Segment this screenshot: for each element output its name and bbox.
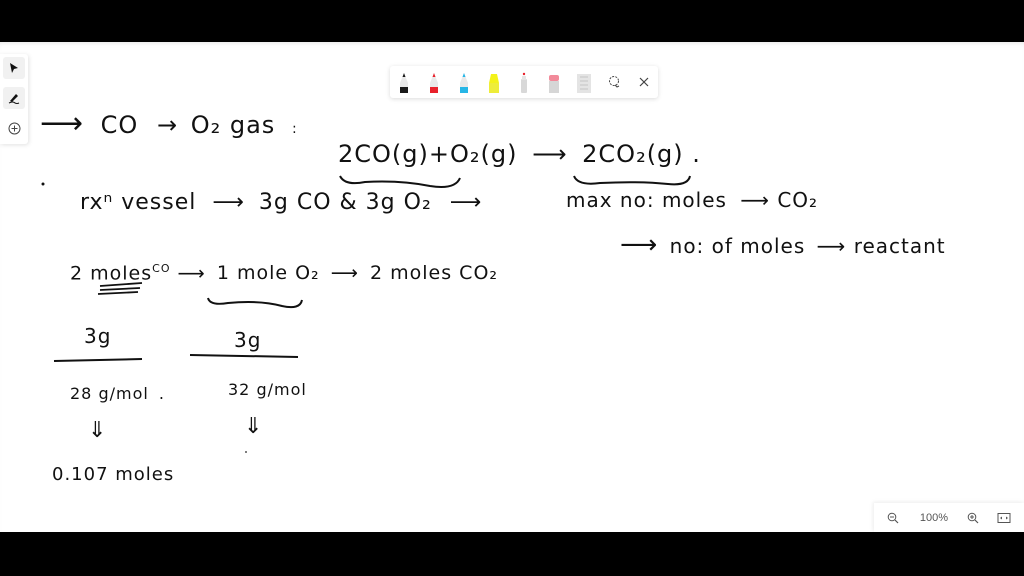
cyan-pen-icon[interactable] xyxy=(456,71,472,95)
underline xyxy=(99,287,141,291)
red-pen-icon[interactable] xyxy=(426,71,442,95)
select-tool-button[interactable] xyxy=(3,57,25,79)
plus-circle-icon xyxy=(8,122,20,134)
underline xyxy=(99,282,143,287)
zoom-out-button[interactable] xyxy=(884,509,902,527)
zoom-bar: 100% xyxy=(874,503,1024,532)
zoom-in-icon xyxy=(967,512,979,524)
pen-tool-button[interactable] xyxy=(3,87,25,109)
lasso-icon xyxy=(609,76,620,88)
fraction-bar xyxy=(189,354,299,358)
cursor-arrow-icon xyxy=(10,63,18,73)
fit-to-screen-button[interactable] xyxy=(994,509,1014,527)
underline xyxy=(97,291,139,295)
brace-reactants xyxy=(339,175,461,188)
fraction-bar xyxy=(53,358,143,362)
pen-toolbar xyxy=(390,66,658,98)
pen-icon xyxy=(8,94,20,104)
fit-to-screen-icon xyxy=(997,513,1011,523)
brace-products xyxy=(573,175,691,186)
brace-oxygen xyxy=(207,297,303,309)
left-toolbar xyxy=(0,54,28,144)
zoom-level: 100% xyxy=(919,512,949,524)
add-tool-button[interactable] xyxy=(3,117,25,139)
black-pen-icon[interactable] xyxy=(396,71,412,95)
ruler-icon[interactable] xyxy=(576,71,592,95)
laser-pointer-icon[interactable] xyxy=(516,71,532,95)
zoom-out-icon xyxy=(887,512,899,524)
letterbox-bottom xyxy=(0,532,1024,576)
close-icon xyxy=(639,77,649,87)
lasso-button[interactable] xyxy=(604,72,624,92)
highlighter-icon[interactable] xyxy=(486,71,502,95)
dot xyxy=(41,182,45,186)
close-toolbar-button[interactable] xyxy=(634,72,654,92)
eraser-icon[interactable] xyxy=(546,71,562,95)
dot xyxy=(245,451,247,453)
zoom-in-button[interactable] xyxy=(964,509,982,527)
